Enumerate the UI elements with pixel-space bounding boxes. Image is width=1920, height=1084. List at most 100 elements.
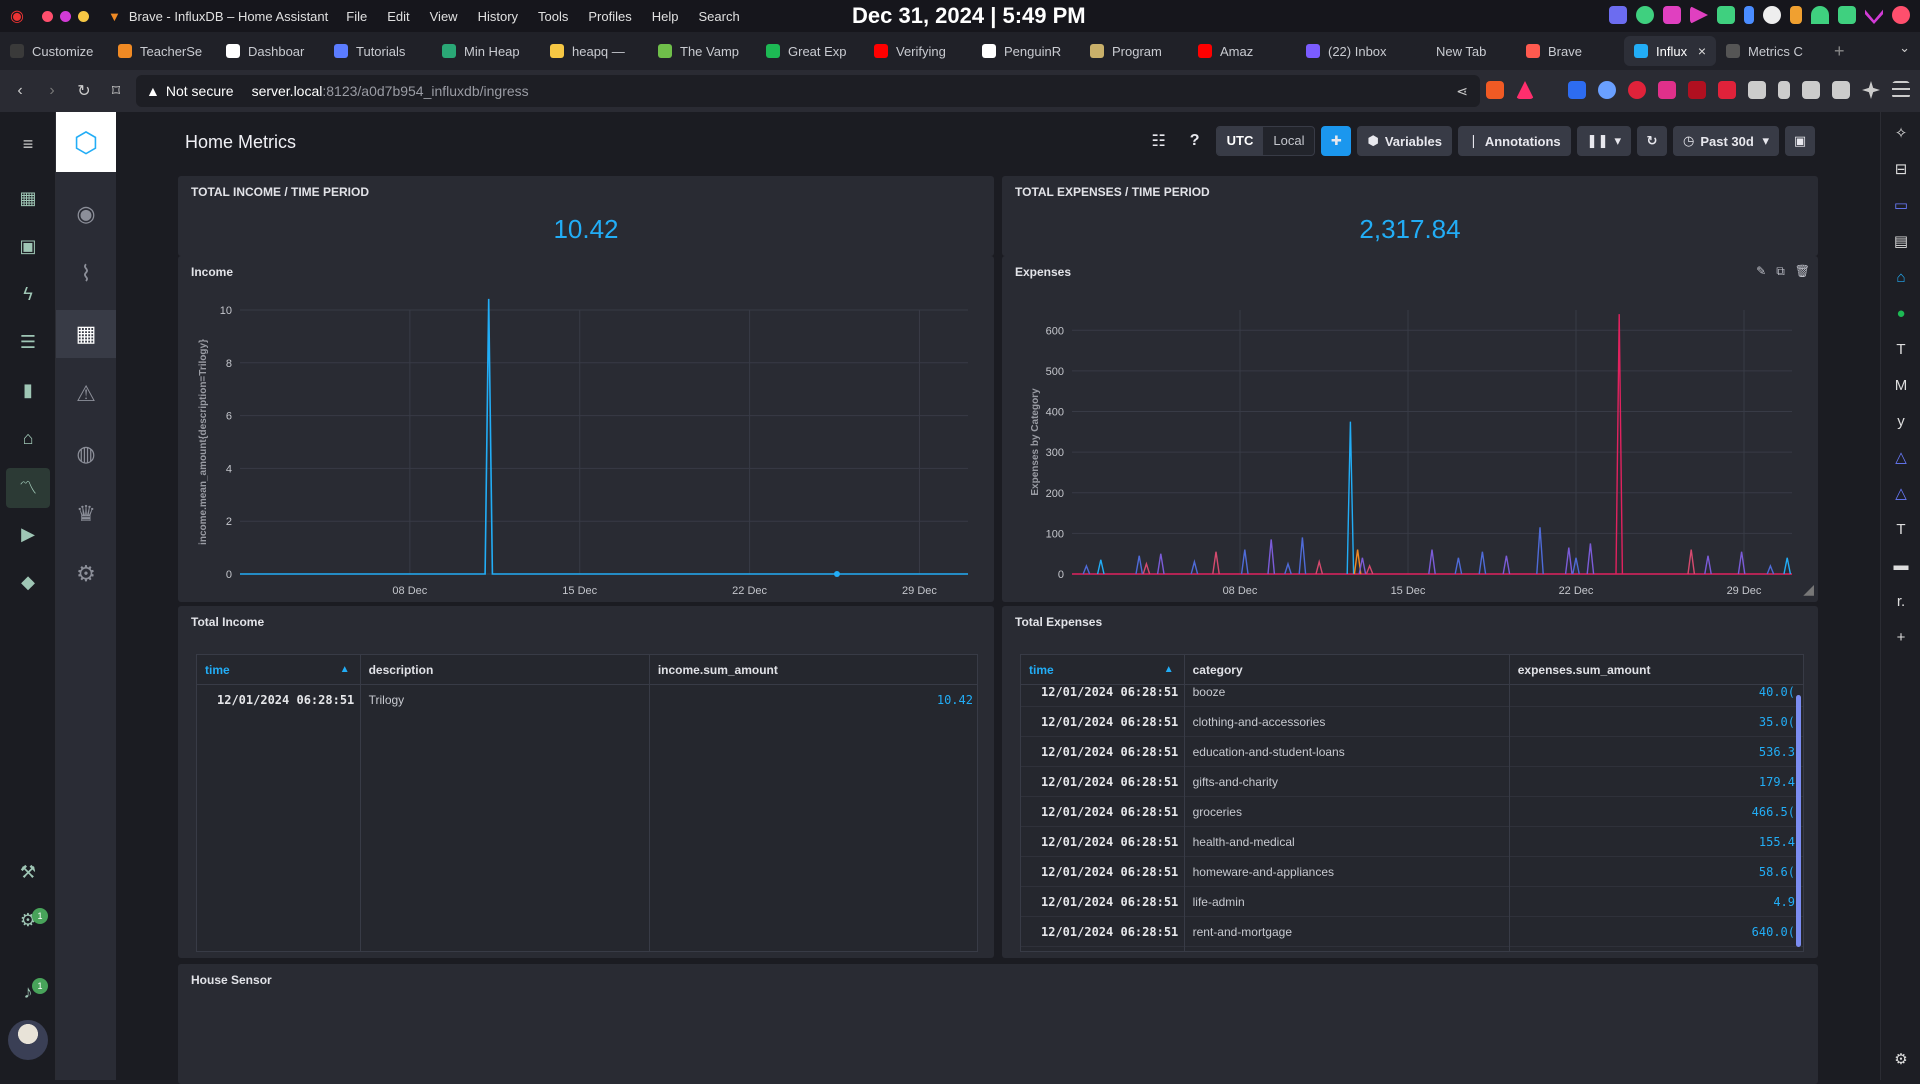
table-scrollbar[interactable] xyxy=(1796,695,1801,947)
browser-tab[interactable]: PenguinR xyxy=(972,36,1080,66)
notebooks-icon[interactable]: ⌇ xyxy=(56,250,116,298)
browser-tab[interactable]: TeacherSe xyxy=(108,36,216,66)
menu-item-search[interactable]: Search xyxy=(699,9,740,24)
refresh-button[interactable]: ↻ xyxy=(1637,126,1667,156)
new-tab-icon[interactable]: + xyxy=(1834,41,1845,62)
tray-power-icon[interactable] xyxy=(1892,6,1910,24)
presentation-mode-button[interactable]: ▣ xyxy=(1785,126,1815,156)
text-t-icon[interactable]: T xyxy=(1891,340,1911,360)
browser-tab[interactable]: Customize xyxy=(0,36,108,66)
annotations-button[interactable]: ❘ Annotations xyxy=(1457,126,1571,156)
back-icon[interactable]: ‹ xyxy=(8,82,32,100)
tray-wifi-icon[interactable] xyxy=(1811,6,1829,24)
triangle-icon[interactable]: △ xyxy=(1891,484,1911,504)
forward-icon[interactable]: › xyxy=(40,82,64,100)
menu-item-help[interactable]: Help xyxy=(652,9,679,24)
brave-shield-icon[interactable] xyxy=(1486,81,1504,99)
menu-icon[interactable]: ≡ xyxy=(16,132,40,156)
browser-tab[interactable]: Metrics C xyxy=(1716,36,1824,66)
browser-tab[interactable]: The Vamp xyxy=(648,36,756,66)
extension-icon[interactable] xyxy=(1568,81,1586,99)
logbook-icon[interactable]: ☰ xyxy=(16,330,40,354)
sidebar-settings-icon[interactable]: ⚙ xyxy=(1891,1050,1911,1070)
browser-tab[interactable]: Influx × xyxy=(1624,36,1716,66)
help-icon[interactable]: ? xyxy=(1180,126,1210,156)
column-header-category[interactable]: category xyxy=(1185,655,1510,685)
reading-list-icon[interactable]: ▤ xyxy=(1891,232,1911,252)
menu-item-profiles[interactable]: Profiles xyxy=(588,9,631,24)
tray-brightness-icon[interactable] xyxy=(1763,6,1781,24)
menu-item-tools[interactable]: Tools xyxy=(538,9,568,24)
hamburger-menu-icon[interactable] xyxy=(1892,81,1910,99)
income-chart[interactable]: 0 2 4 6 8 10 08 Dec 15 Dec 22 Dec 29 Dec income.me… xyxy=(178,256,994,602)
extension-icon[interactable] xyxy=(1688,81,1706,99)
tray-volume-icon[interactable] xyxy=(1717,6,1735,24)
tray-bluetooth-icon[interactable] xyxy=(1744,6,1754,24)
wallet-icon[interactable]: ▭ xyxy=(1891,196,1911,216)
expenses-chart[interactable]: 0 100 200 300 400 500 600 08 Dec 15 Dec 22 Dec 29 … xyxy=(1002,256,1818,602)
text-t-icon[interactable]: T xyxy=(1891,520,1911,540)
log-viewer-icon[interactable]: ◍ xyxy=(56,430,116,478)
extension-icon[interactable] xyxy=(1628,81,1646,99)
menu-item-file[interactable]: File xyxy=(346,9,367,24)
leo-ai-icon[interactable]: ✧ xyxy=(1891,124,1911,144)
influx-logo-icon[interactable]: ⬡ xyxy=(56,112,116,172)
extension-icon[interactable] xyxy=(1718,81,1736,99)
menu-item-view[interactable]: View xyxy=(430,9,458,24)
variables-button[interactable]: ⬢ Variables xyxy=(1357,126,1452,156)
triangle-icon[interactable]: △ xyxy=(1891,448,1911,468)
browser-tab[interactable]: Program xyxy=(1080,36,1188,66)
browser-tab[interactable]: Min Heap xyxy=(432,36,540,66)
time-range-dropdown[interactable]: ◷ Past 30d ▾ xyxy=(1673,126,1779,156)
extension-icon[interactable] xyxy=(1598,81,1616,99)
tab-close-icon[interactable]: × xyxy=(1698,43,1706,59)
bookmark-icon[interactable]: ⌑ xyxy=(104,81,128,101)
column-header-amount[interactable]: expenses.sum_amount xyxy=(1510,655,1803,685)
app-icon[interactable]: ▬ xyxy=(1891,556,1911,576)
window-maximize-icon[interactable] xyxy=(77,10,89,22)
brave-os-icon[interactable]: ◉ xyxy=(10,6,24,26)
tray-chevron-icon[interactable] xyxy=(1865,9,1883,24)
media-icon[interactable]: ▶ xyxy=(16,522,40,546)
docker-icon[interactable]: ◆ xyxy=(16,570,40,594)
add-cell-button[interactable]: ✚ xyxy=(1321,126,1352,156)
admin-crown-icon[interactable]: ♛ xyxy=(56,490,116,538)
window-minimize-icon[interactable] xyxy=(59,10,71,22)
brave-rewards-icon[interactable] xyxy=(1516,81,1534,99)
data-explorer-icon[interactable]: ◉ xyxy=(56,190,116,238)
reload-icon[interactable]: ↻ xyxy=(72,81,96,101)
wallet-icon[interactable] xyxy=(1832,81,1850,99)
overview-icon[interactable]: ▦ xyxy=(16,186,40,210)
y-icon[interactable]: y xyxy=(1891,412,1911,432)
influxdb-icon[interactable]: 〽 xyxy=(6,468,50,508)
alerting-icon[interactable]: ⚠ xyxy=(56,370,116,418)
music-icon[interactable] xyxy=(1778,81,1790,99)
browser-tab[interactable]: New Tab xyxy=(1404,36,1516,66)
page-title[interactable]: Home Metrics xyxy=(185,132,296,153)
browser-tab[interactable]: heapq — xyxy=(540,36,648,66)
window-close-icon[interactable] xyxy=(41,10,53,22)
browser-tab[interactable]: Brave xyxy=(1516,36,1624,66)
home-assistant-icon[interactable]: ⌂ xyxy=(1891,268,1911,288)
bookmarks-icon[interactable]: ⊟ xyxy=(1891,160,1911,180)
leo-icon[interactable] xyxy=(1862,81,1880,99)
share-icon[interactable]: ⋖ xyxy=(1456,83,1468,100)
history-icon[interactable]: ▮ xyxy=(16,378,40,402)
column-header-description[interactable]: description xyxy=(361,655,650,685)
tab-list-chevron-icon[interactable]: ⌄ xyxy=(1899,40,1910,56)
browser-tab[interactable]: Amaz xyxy=(1188,36,1296,66)
tray-ghost-icon[interactable] xyxy=(1636,6,1654,24)
column-header-time[interactable]: time ▲ xyxy=(1021,655,1185,685)
app-icon[interactable]: r. xyxy=(1891,592,1911,612)
browser-tab[interactable]: Great Exp xyxy=(756,36,864,66)
browser-tab[interactable]: Dashboar xyxy=(216,36,324,66)
tray-battery-icon[interactable] xyxy=(1838,6,1856,24)
column-header-amount[interactable]: income.sum_amount xyxy=(650,655,977,685)
tray-microphone-icon[interactable] xyxy=(1790,6,1802,24)
utc-button[interactable]: UTC xyxy=(1216,127,1264,155)
avatar[interactable] xyxy=(8,1020,48,1060)
map-icon[interactable]: ▣ xyxy=(16,234,40,258)
tray-calendar-icon[interactable] xyxy=(1663,6,1681,24)
browser-tab[interactable]: Verifying xyxy=(864,36,972,66)
hacs-icon[interactable]: ⌂ xyxy=(16,426,40,450)
